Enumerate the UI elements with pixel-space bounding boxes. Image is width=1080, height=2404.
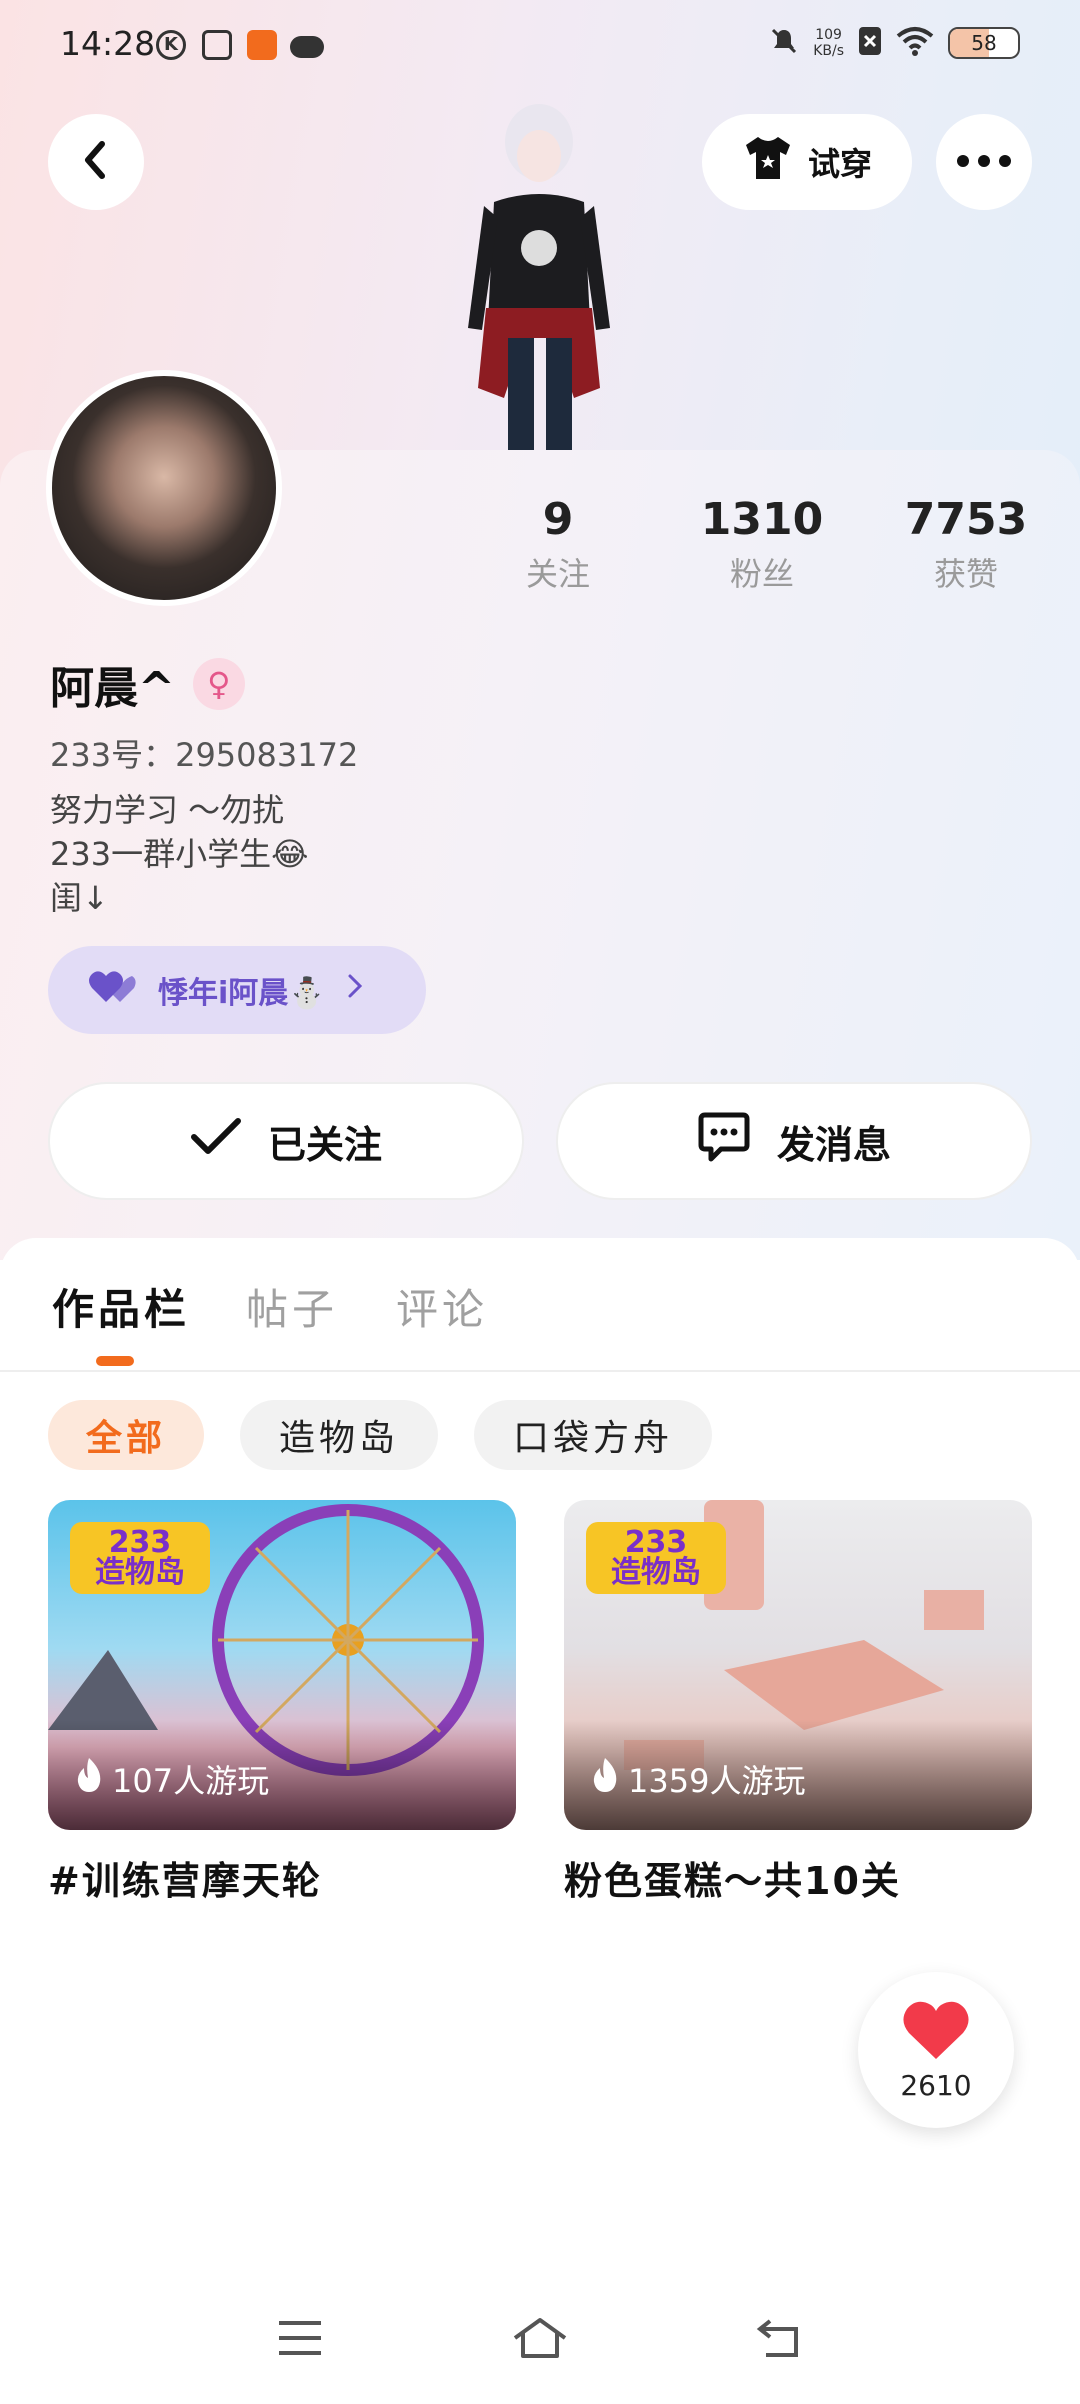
home-button[interactable] <box>510 2310 570 2370</box>
avatar-character <box>454 98 624 450</box>
play-count-text: 107人游玩 <box>112 1762 270 1800</box>
status-right: 109 KB/s 58 <box>769 26 1020 60</box>
chevron-right-icon <box>346 972 364 1008</box>
following-button[interactable]: 已关注 <box>48 1082 524 1200</box>
net-speed-unit: KB/s <box>813 43 844 59</box>
account-id: 233号：295083172 <box>50 736 359 774</box>
stat-likes-label: 获赞 <box>933 555 998 593</box>
checkmark-icon <box>190 1117 242 1166</box>
back-arrow-icon <box>78 140 114 184</box>
active-tab-indicator <box>96 1356 134 1366</box>
orange-app-icon <box>247 30 277 60</box>
play-count: 107人游玩 <box>74 1756 269 1802</box>
menu-icon <box>277 2319 323 2361</box>
wifi-icon <box>896 26 934 60</box>
net-speed-value: 109 <box>815 27 842 43</box>
stat-followers-count: 1310 <box>700 494 824 545</box>
tab-posts[interactable]: 帖子 <box>246 1276 338 1337</box>
work-title: #训练营摩天轮 <box>48 1859 322 1903</box>
stat-following[interactable]: 9 关注 <box>478 494 638 595</box>
profile-bio: 努力学习 ～勿扰 233一群小学生😂 闺↓ <box>50 791 309 917</box>
net-speed: 109 KB/s <box>813 27 844 59</box>
system-nav-bar <box>0 2290 1080 2390</box>
double-heart-icon <box>88 968 138 1012</box>
work-thumbnail[interactable]: 233 造物岛 107人游玩 <box>48 1500 516 1830</box>
notification-app-icon <box>202 30 232 60</box>
filter-creation-island[interactable]: 造物岛 <box>240 1400 438 1470</box>
sim-off-icon <box>858 26 882 60</box>
creation-island-logo: 233 造物岛 <box>70 1522 210 1594</box>
profile-name: 阿晨^ ♀ <box>50 652 245 716</box>
more-options-button[interactable] <box>936 114 1032 210</box>
work-thumbnail[interactable]: 233 造物岛 1359人游玩 <box>564 1500 1032 1830</box>
stat-following-count: 9 <box>542 494 574 545</box>
like-button[interactable]: 2610 <box>858 1972 1014 2128</box>
fire-icon <box>590 1756 620 1802</box>
k-app-icon: K <box>156 30 186 60</box>
shirt-icon <box>742 135 794 189</box>
more-dots-icon <box>956 153 1012 172</box>
try-on-label: 试穿 <box>807 145 872 183</box>
battery-indicator: 58 <box>948 27 1020 59</box>
filter-pocket-ark[interactable]: 口袋方舟 <box>474 1400 712 1470</box>
stat-likes-count: 7753 <box>904 494 1028 545</box>
back-button[interactable] <box>48 114 144 210</box>
filter-all[interactable]: 全部 <box>48 1400 204 1470</box>
following-label: 已关注 <box>267 1122 382 1167</box>
mute-icon <box>769 26 799 60</box>
chat-bubble-icon <box>697 1111 751 1172</box>
back-nav-icon <box>756 2317 804 2363</box>
try-on-button[interactable]: 试穿 <box>702 114 912 210</box>
tab-comments[interactable]: 评论 <box>396 1276 488 1337</box>
profile-name-text: 阿晨^ <box>50 663 175 714</box>
work-card[interactable]: 233 造物岛 1359人游玩 粉色蛋糕～共10关 <box>564 1500 1032 1905</box>
play-count: 1359人游玩 <box>590 1756 805 1802</box>
stat-likes[interactable]: 7753 获赞 <box>886 494 1046 595</box>
play-count-text: 1359人游玩 <box>628 1762 806 1800</box>
group-pill[interactable]: 悸年i阿晨⛄ <box>48 946 426 1034</box>
group-pill-label: 悸年i阿晨⛄ <box>158 976 326 1011</box>
avatar[interactable] <box>46 370 282 606</box>
like-count: 2610 <box>900 2068 972 2102</box>
heart-icon <box>901 1999 971 2065</box>
stat-followers[interactable]: 1310 粉丝 <box>682 494 842 595</box>
back-nav-button[interactable] <box>750 2310 810 2370</box>
menu-button[interactable] <box>270 2310 330 2370</box>
home-icon <box>511 2316 569 2364</box>
status-bar: 14:28 K 109 KB/s 58 <box>0 0 1080 92</box>
tab-divider <box>0 1370 1080 1372</box>
stat-followers-label: 粉丝 <box>729 555 794 593</box>
status-time: 14:28 <box>60 24 156 63</box>
send-message-button[interactable]: 发消息 <box>556 1082 1032 1200</box>
fire-icon <box>74 1756 104 1802</box>
stat-following-label: 关注 <box>525 555 590 593</box>
send-message-label: 发消息 <box>776 1122 891 1167</box>
work-card[interactable]: 233 造物岛 107人游玩 #训练营摩天轮 <box>48 1500 516 1905</box>
cloud-icon <box>290 36 324 58</box>
female-icon: ♀ <box>192 658 245 710</box>
work-title: 粉色蛋糕～共10关 <box>564 1859 901 1903</box>
battery-text: 58 <box>971 31 997 55</box>
creation-island-logo: 233 造物岛 <box>586 1522 726 1594</box>
tab-works[interactable]: 作品栏 <box>52 1276 190 1337</box>
